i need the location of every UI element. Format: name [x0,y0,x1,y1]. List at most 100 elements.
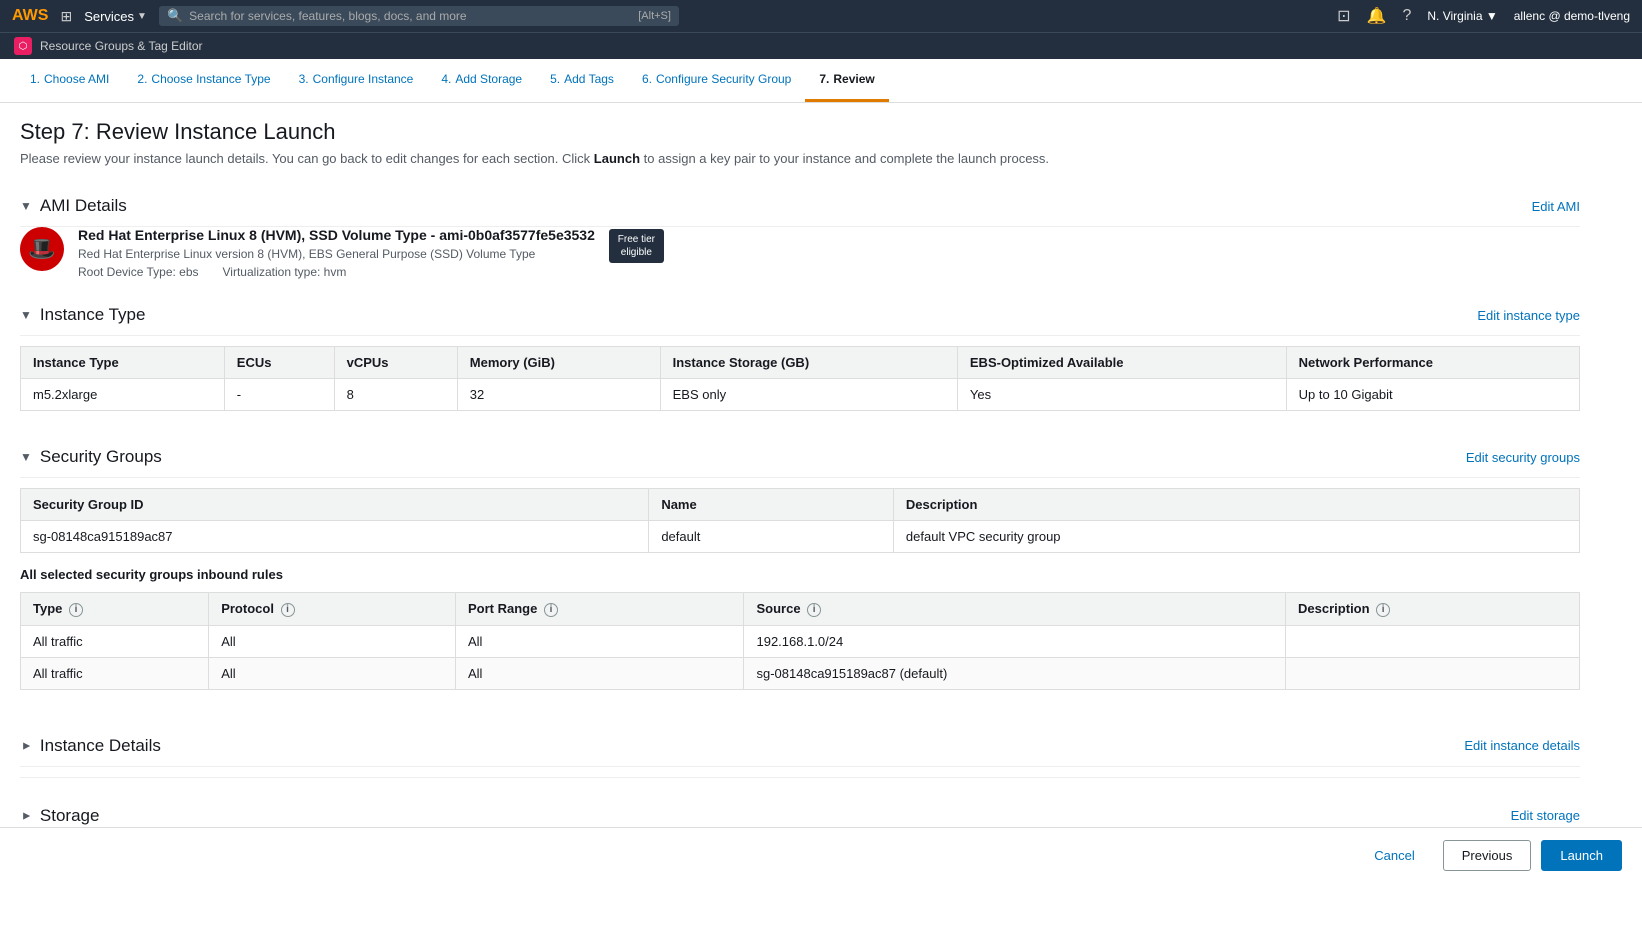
port-info-icon[interactable]: i [544,603,558,617]
user-menu[interactable]: allenc @ demo-tlveng [1514,9,1630,23]
step-6-configure-security-group[interactable]: 6. Configure Security Group [628,59,805,102]
step-3-num: 3. [299,72,309,86]
previous-button[interactable]: Previous [1443,840,1532,871]
region-selector[interactable]: N. Virginia ▼ [1427,9,1497,23]
table-row: All trafficAllAllsg-08148ca915189ac87 (d… [21,657,1580,689]
step-1-label: Choose AMI [44,72,109,86]
ami-row: 🎩 Red Hat Enterprise Linux 8 (HVM), SSD … [20,227,595,279]
table-cell: 192.168.1.0/24 [744,625,1286,657]
top-navigation: AWS ⊞ Services ▼ 🔍 [Alt+S] ⊡ 🔔 ? N. Virg… [0,0,1642,32]
instance-details-title: ▼ Instance Details [20,736,161,756]
grid-menu-icon[interactable]: ⊞ [60,8,72,25]
services-button[interactable]: Services ▼ [84,9,147,24]
security-groups-section: ▼ Security Groups Edit security groups S… [20,437,1580,708]
instance-type-header[interactable]: ▼ Instance Type Edit instance type [20,295,1580,336]
step-5-num: 5. [550,72,560,86]
page-description: Please review your instance launch detai… [20,151,1580,166]
instance-details-chevron-icon: ▼ [19,740,33,752]
ami-name: Red Hat Enterprise Linux 8 (HVM), SSD Vo… [78,227,595,243]
step-7-review[interactable]: 7. Review [805,59,888,102]
desc-prefix: Please review your instance launch detai… [20,151,594,166]
step-1-choose-ami[interactable]: 1. Choose AMI [16,59,123,102]
wizard-steps: 1. Choose AMI 2. Choose Instance Type 3.… [0,59,1642,103]
instance-details-header[interactable]: ▼ Instance Details Edit instance details [20,726,1580,767]
col-ecus: ECUs [224,347,334,379]
main-content: Step 7: Review Instance Launch Please re… [0,103,1600,932]
instance-type-title-text: Instance Type [40,305,146,325]
ami-details-title-text: AMI Details [40,196,127,216]
security-groups-header[interactable]: ▼ Security Groups Edit security groups [20,437,1580,478]
free-tier-badge: Free tier eligible [609,229,664,263]
step-7-label: Review [833,72,874,86]
instance-type-table: Instance Type ECUs vCPUs Memory (GiB) In… [20,346,1580,411]
col-instance-storage: Instance Storage (GB) [660,347,957,379]
ami-root-device: Root Device Type: ebs [78,265,199,279]
step-3-configure-instance[interactable]: 3. Configure Instance [285,59,428,102]
resource-icon: ⬡ [14,37,32,55]
table-cell: All [209,657,456,689]
security-groups-chevron-icon: ▼ [20,450,32,464]
help-icon[interactable]: ? [1402,7,1411,25]
step-4-num: 4. [441,72,451,86]
storage-title-text: Storage [40,806,100,826]
ami-details-header[interactable]: ▼ AMI Details Edit AMI [20,186,1580,227]
col-vcpus: vCPUs [334,347,457,379]
col-memory: Memory (GiB) [457,347,660,379]
step-2-choose-instance-type[interactable]: 2. Choose Instance Type [123,59,284,102]
resource-label: Resource Groups & Tag Editor [40,39,203,53]
step-6-num: 6. [642,72,652,86]
search-icon: 🔍 [167,8,183,24]
edit-storage-link[interactable]: Edit storage [1511,808,1580,823]
col-sg-name: Name [649,489,894,521]
search-bar[interactable]: 🔍 [Alt+S] [159,6,679,26]
search-input[interactable] [189,9,632,23]
table-cell: EBS only [660,379,957,411]
step-4-add-storage[interactable]: 4. Add Storage [427,59,536,102]
inbound-rules-table: Type i Protocol i Port Range i Source i … [20,592,1580,690]
table-cell: default [649,521,894,553]
services-chevron: ▼ [137,11,147,22]
step-5-add-tags[interactable]: 5. Add Tags [536,59,628,102]
bell-icon[interactable]: 🔔 [1367,6,1387,26]
step-3-label: Configure Instance [313,72,414,86]
desc-suffix: to assign a key pair to your instance an… [640,151,1049,166]
table-cell: All [455,625,744,657]
aws-logo[interactable]: AWS [12,7,48,25]
desc-launch-word: Launch [594,151,640,166]
table-cell: All traffic [21,657,209,689]
col-port-range: Port Range i [455,593,744,626]
inbound-rules-label: All selected security groups inbound rul… [20,567,1580,582]
desc-info-icon[interactable]: i [1376,603,1390,617]
table-row: All trafficAllAll192.168.1.0/24 [21,625,1580,657]
edit-instance-type-link[interactable]: Edit instance type [1477,308,1580,323]
table-row: sg-08148ca915189ac87defaultdefault VPC s… [21,521,1580,553]
aws-logo-text: AWS [12,7,48,25]
security-groups-body: Security Group ID Name Description sg-08… [20,488,1580,708]
table-cell: All traffic [21,625,209,657]
step-7-num: 7. [819,72,829,86]
edit-instance-details-link[interactable]: Edit instance details [1464,738,1580,753]
col-network: Network Performance [1286,347,1579,379]
instance-type-title: ▼ Instance Type [20,305,145,325]
footer: Cancel Previous Launch [0,827,1642,883]
instance-type-section: ▼ Instance Type Edit instance type Insta… [20,295,1580,429]
col-ebs-optimized: EBS-Optimized Available [957,347,1286,379]
protocol-info-icon[interactable]: i [281,603,295,617]
ami-details-title: ▼ AMI Details [20,196,127,216]
step-5-label: Add Tags [564,72,614,86]
ami-description: Red Hat Enterprise Linux version 8 (HVM)… [78,247,595,261]
source-info-icon[interactable]: i [807,603,821,617]
cancel-button[interactable]: Cancel [1356,841,1432,870]
storage-title: ▼ Storage [20,806,99,826]
table-row: m5.2xlarge-832EBS onlyYesUp to 10 Gigabi… [21,379,1580,411]
type-info-icon[interactable]: i [69,603,83,617]
edit-security-groups-link[interactable]: Edit security groups [1466,450,1580,465]
edit-ami-link[interactable]: Edit AMI [1532,199,1580,214]
ami-details-body: 🎩 Red Hat Enterprise Linux 8 (HVM), SSD … [20,227,1580,287]
search-shortcut: [Alt+S] [638,10,671,22]
table-cell: m5.2xlarge [21,379,225,411]
launch-button[interactable]: Launch [1541,840,1622,871]
screen-icon[interactable]: ⊡ [1337,6,1350,26]
step-1-num: 1. [30,72,40,86]
table-cell: All [455,657,744,689]
